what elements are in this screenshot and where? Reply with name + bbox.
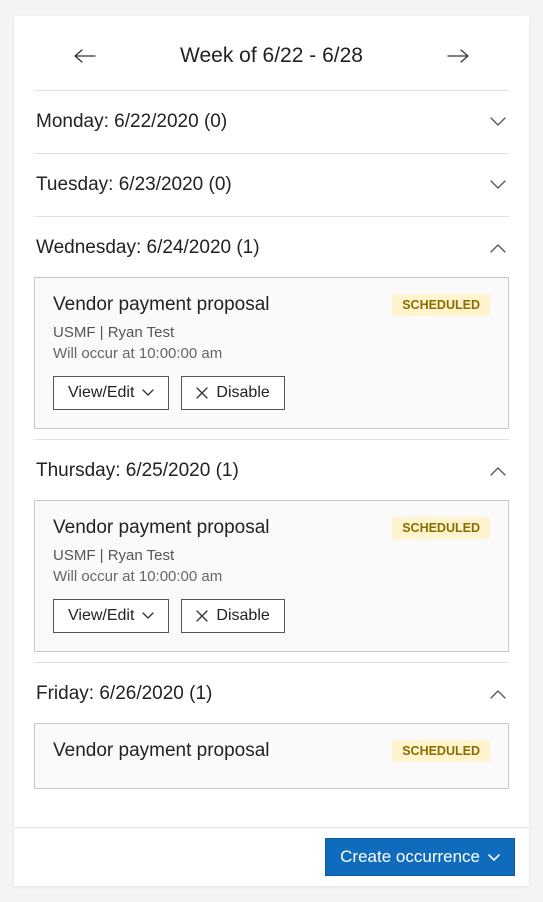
event-title: Vendor payment proposal (53, 294, 270, 316)
day-label: Tuesday: 6/23/2020 (0) (36, 174, 232, 196)
disable-button[interactable]: Disable (181, 376, 284, 410)
scroll-area[interactable]: Week of 6/22 - 6/28 Monday: 6/22/2020 (0… (14, 16, 529, 886)
day-header-monday[interactable]: Monday: 6/22/2020 (0) (34, 93, 509, 151)
divider (34, 439, 509, 440)
button-label: View/Edit (68, 607, 134, 625)
arrow-right-icon (447, 49, 469, 63)
divider (34, 90, 509, 91)
divider (34, 216, 509, 217)
event-meta: USMF | Ryan Test (53, 324, 490, 341)
create-occurrence-button[interactable]: Create occurrence (325, 838, 515, 876)
disable-button[interactable]: Disable (181, 599, 284, 633)
event-title: Vendor payment proposal (53, 740, 270, 762)
next-week-button[interactable] (447, 45, 469, 67)
event-card: Vendor payment proposal SCHEDULED (34, 723, 509, 789)
status-badge: SCHEDULED (392, 517, 490, 539)
day-header-wednesday[interactable]: Wednesday: 6/24/2020 (1) (34, 219, 509, 277)
day-label: Friday: 6/26/2020 (1) (36, 683, 212, 705)
chevron-up-icon (489, 685, 507, 703)
divider (34, 662, 509, 663)
status-badge: SCHEDULED (392, 294, 490, 316)
close-icon (196, 610, 208, 622)
chevron-down-icon (142, 389, 154, 397)
close-icon (196, 387, 208, 399)
event-meta: USMF | Ryan Test (53, 547, 490, 564)
chevron-down-icon (488, 847, 500, 867)
event-time: Will occur at 10:00:00 am (53, 568, 490, 585)
divider (34, 153, 509, 154)
button-label: View/Edit (68, 384, 134, 402)
event-time: Will occur at 10:00:00 am (53, 345, 490, 362)
event-card: Vendor payment proposal SCHEDULED USMF |… (34, 500, 509, 652)
day-header-thursday[interactable]: Thursday: 6/25/2020 (1) (34, 442, 509, 500)
arrow-left-icon (74, 49, 96, 63)
event-title: Vendor payment proposal (53, 517, 270, 539)
week-nav-header: Week of 6/22 - 6/28 (34, 34, 509, 88)
chevron-down-icon (489, 176, 507, 194)
prev-week-button[interactable] (74, 45, 96, 67)
schedule-panel: Week of 6/22 - 6/28 Monday: 6/22/2020 (0… (14, 16, 529, 886)
day-label: Thursday: 6/25/2020 (1) (36, 460, 239, 482)
event-actions: View/Edit Disable (53, 599, 490, 633)
view-edit-button[interactable]: View/Edit (53, 599, 169, 633)
event-actions: View/Edit Disable (53, 376, 490, 410)
button-label: Disable (216, 384, 269, 402)
view-edit-button[interactable]: View/Edit (53, 376, 169, 410)
day-label: Wednesday: 6/24/2020 (1) (36, 237, 260, 259)
status-badge: SCHEDULED (392, 740, 490, 762)
button-label: Disable (216, 607, 269, 625)
day-header-friday[interactable]: Friday: 6/26/2020 (1) (34, 665, 509, 723)
chevron-up-icon (489, 462, 507, 480)
chevron-down-icon (489, 113, 507, 131)
chevron-up-icon (489, 239, 507, 257)
event-card: Vendor payment proposal SCHEDULED USMF |… (34, 277, 509, 429)
chevron-down-icon (142, 612, 154, 620)
week-title: Week of 6/22 - 6/28 (180, 44, 363, 68)
footer-bar: Create occurrence (14, 827, 529, 886)
day-label: Monday: 6/22/2020 (0) (36, 111, 227, 133)
button-label: Create occurrence (340, 847, 480, 867)
day-header-tuesday[interactable]: Tuesday: 6/23/2020 (0) (34, 156, 509, 214)
